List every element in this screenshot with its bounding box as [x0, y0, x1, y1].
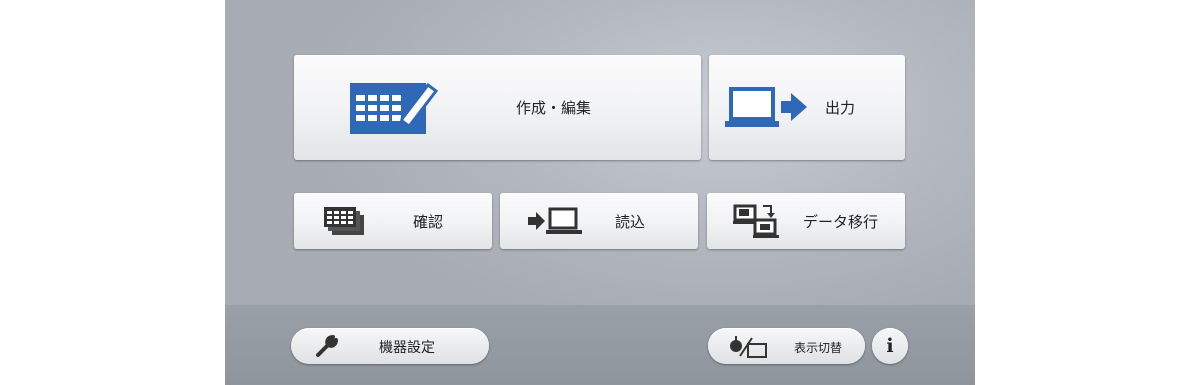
data-migration-button[interactable]: データ移行	[707, 193, 905, 249]
arrow-into-laptop-icon	[528, 207, 586, 241]
confirm-label: 確認	[413, 213, 444, 231]
data-migration-label: データ移行	[803, 213, 879, 231]
calendar-pencil-icon	[346, 75, 439, 141]
confirm-button[interactable]: 確認	[294, 193, 492, 249]
import-label: 読込	[615, 213, 646, 231]
info-button[interactable]: i	[872, 328, 908, 364]
device-settings-button[interactable]: 機器設定	[291, 328, 489, 364]
wrench-icon	[315, 334, 339, 362]
data-transfer-icon	[733, 202, 783, 244]
output-button[interactable]: 出力	[709, 55, 905, 160]
main-menu-panel: 作成・編集 出力 確認 読込 データ移行 機器設定 表示切替 i	[225, 0, 975, 385]
calendar-stack-icon	[322, 205, 366, 241]
create-edit-button[interactable]: 作成・編集	[294, 55, 701, 160]
footer-bar: 機器設定 表示切替 i	[225, 305, 975, 385]
output-label: 出力	[825, 99, 856, 117]
device-settings-label: 機器設定	[379, 340, 435, 356]
create-edit-label: 作成・編集	[516, 99, 592, 117]
display-switch-button[interactable]: 表示切替	[708, 328, 865, 364]
display-toggle-icon	[728, 334, 770, 364]
laptop-arrow-out-icon	[725, 85, 809, 135]
display-switch-label: 表示切替	[794, 341, 843, 355]
info-icon: i	[886, 335, 894, 357]
import-button[interactable]: 読込	[500, 193, 698, 249]
